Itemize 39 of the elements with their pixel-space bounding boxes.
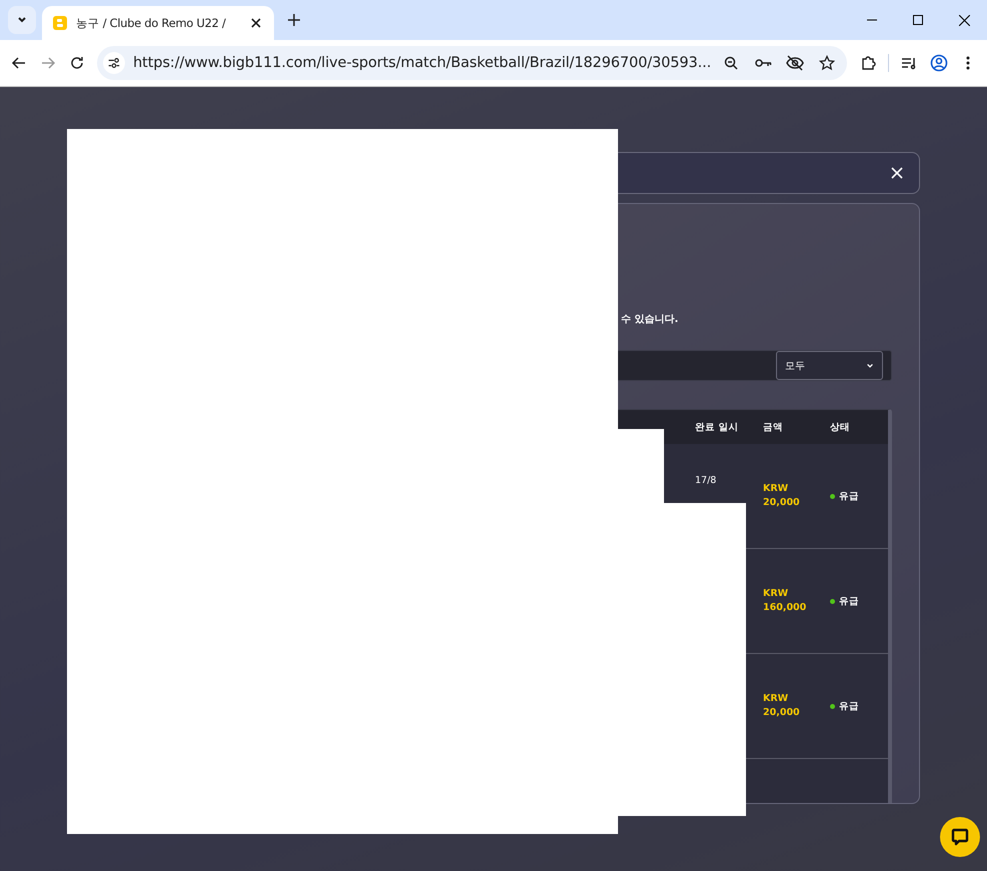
arrow-right-icon xyxy=(40,55,56,71)
menu-icon xyxy=(966,56,970,70)
amount-cell-text: KRW 20,000 xyxy=(763,482,801,510)
filter-dropdown[interactable]: 모두 xyxy=(776,351,883,380)
site-info-button[interactable] xyxy=(103,52,126,74)
date-cell-text: 17/8 xyxy=(695,474,718,486)
status-text: 유급 xyxy=(839,490,859,502)
address-bar[interactable]: https://www.bigb111.com/live-sports/match/Basketball/Brazil/18296700/30593... xyxy=(97,46,848,80)
notice-text: 수 있습니다. xyxy=(621,313,678,326)
arrow-left-icon xyxy=(10,55,27,71)
close-icon xyxy=(891,167,903,179)
browser-tab[interactable]: 농구 / Clube do Remo U22 / xyxy=(42,6,274,40)
status-text: 유급 xyxy=(839,700,859,712)
reload-icon xyxy=(68,55,85,71)
plus-icon xyxy=(288,14,300,26)
puzzle-icon xyxy=(860,55,876,71)
close-icon xyxy=(958,14,970,26)
chat-icon xyxy=(950,827,970,847)
status-text: 유급 xyxy=(839,594,859,608)
chevron-down-icon xyxy=(866,362,874,370)
chat-button[interactable] xyxy=(940,817,980,857)
eye-off-icon xyxy=(786,55,804,71)
close-button[interactable] xyxy=(889,165,905,181)
zoom-out-icon xyxy=(723,55,740,71)
site-logo-icon xyxy=(52,15,68,31)
tab-title: 농구 / Clube do Remo U22 / xyxy=(76,16,227,30)
profile-icon xyxy=(930,54,948,72)
url-text: https://www.bigb111.com/live-sports/match/Basketball/Brazil/18296700/30593... xyxy=(133,55,712,71)
tune-icon xyxy=(107,56,122,70)
close-icon xyxy=(251,18,261,28)
chevron-down-icon xyxy=(17,15,27,25)
column-header: 금액 xyxy=(763,420,784,434)
column-header: 완료 일시 xyxy=(695,420,740,434)
column-header: 상태 xyxy=(830,420,851,434)
star-icon xyxy=(819,55,836,71)
playlist-icon xyxy=(901,55,918,71)
maximize-icon xyxy=(913,15,923,25)
amount-cell-text: KRW 20,000 xyxy=(763,692,801,720)
amount-cell-text: KRW 160,000 xyxy=(763,587,808,615)
